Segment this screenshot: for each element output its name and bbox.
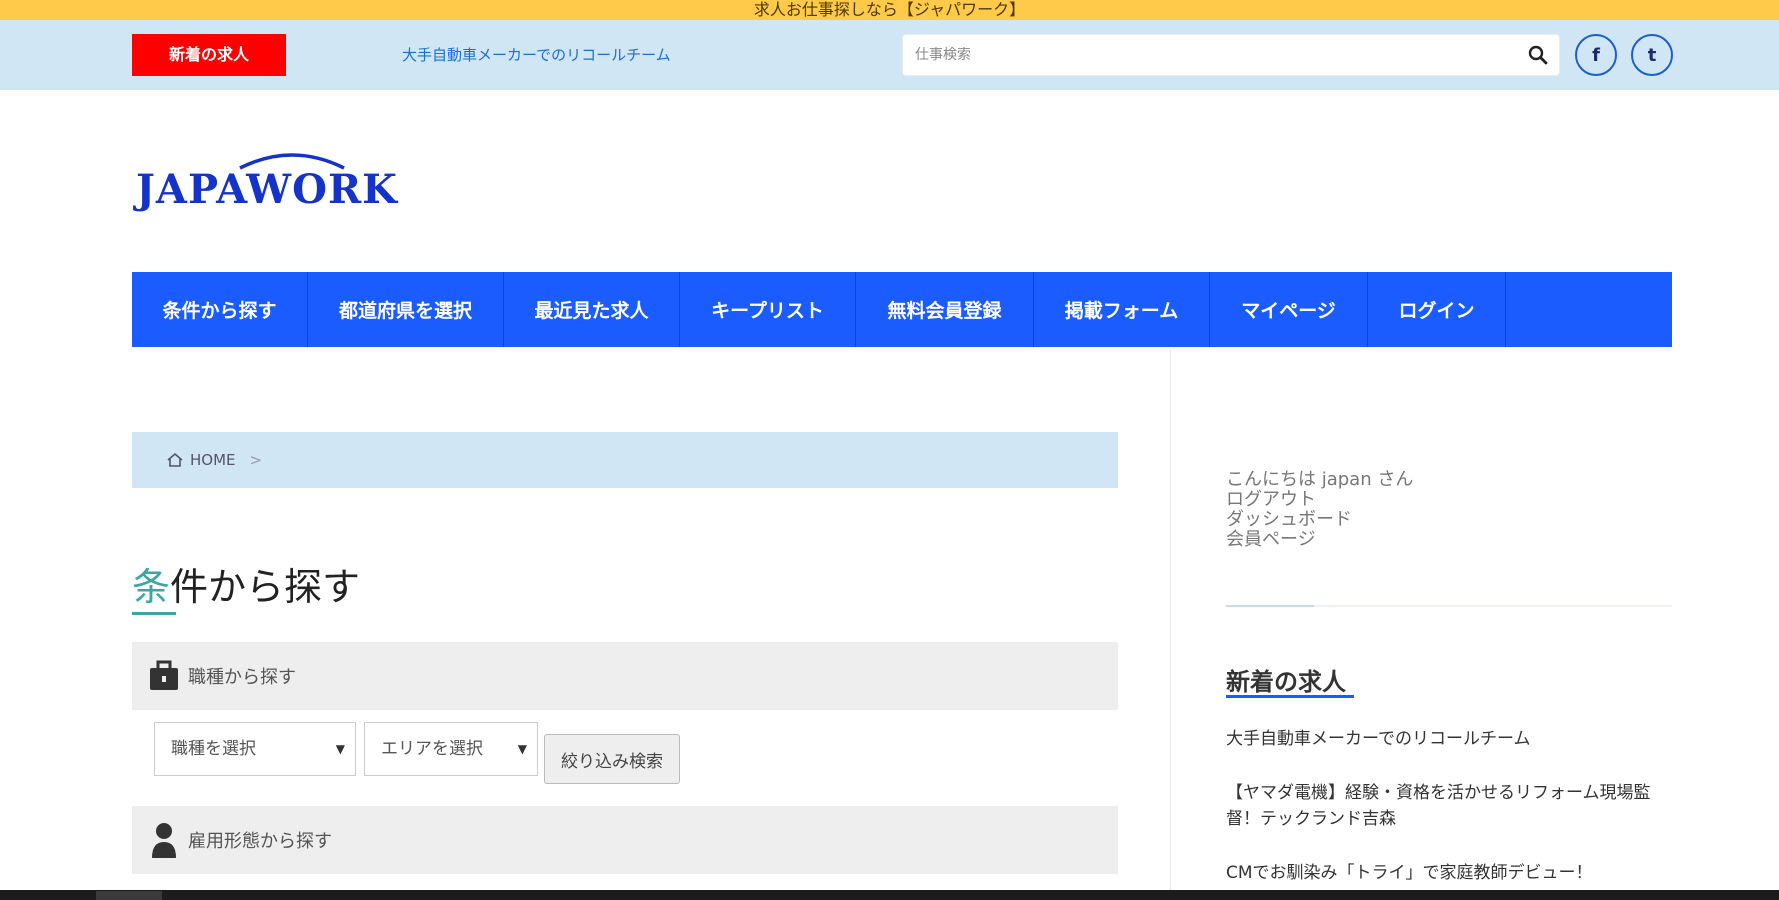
os-taskbar: [0, 890, 1779, 900]
news-ticker-link[interactable]: 大手自動車メーカーでのリコールチーム: [402, 44, 671, 65]
nav-item-select-prefecture[interactable]: 都道府県を選択: [308, 272, 504, 347]
area-select-value: エリアを選択: [381, 739, 483, 759]
breadcrumb-home-link[interactable]: HOME: [190, 451, 236, 469]
job-type-select[interactable]: 職種を選択 ▼: [154, 722, 356, 776]
employment-heading-text: 雇用形態から探す: [188, 831, 332, 852]
main-nav: 条件から探す 都道府県を選択 最近見た求人 キープリスト 無料会員登録 掲載フォ…: [132, 272, 1672, 347]
nav-item-free-register[interactable]: 無料会員登録: [856, 272, 1034, 347]
nav-item-recently-viewed[interactable]: 最近見た求人: [504, 272, 680, 347]
job-filter-row: 職種を選択 ▼ エリアを選択 ▼ 絞り込み検索: [132, 710, 1118, 806]
sidebar-job-link[interactable]: CMでお馴染み「トライ」で家庭教師デビュー！: [1226, 860, 1672, 886]
job-type-filter-heading: 職種から探す: [132, 642, 1118, 710]
search-box: [902, 34, 1560, 76]
taskbar-active-tab[interactable]: [96, 891, 162, 900]
caret-down-icon: ▼: [517, 742, 527, 756]
nav-item-search-by-condition[interactable]: 条件から探す: [132, 272, 308, 347]
top-banner: 求人お仕事探しなら【ジャパワーク】: [0, 0, 1779, 20]
page-title-accent: 条: [132, 565, 171, 609]
briefcase-icon: [150, 660, 178, 690]
dashboard-link[interactable]: ダッシュボード: [1226, 510, 1413, 530]
area-select[interactable]: エリアを選択 ▼: [364, 722, 538, 776]
new-jobs-widget-title: 新着の求人: [1226, 668, 1346, 696]
nav-item-my-page[interactable]: マイページ: [1210, 272, 1368, 347]
sidebar-job-link[interactable]: 大手自動車メーカーでのリコールチーム: [1226, 726, 1672, 752]
logo-text: JAPAWORK: [136, 166, 398, 213]
person-icon: [152, 823, 176, 858]
page-title: 条件から探す: [132, 556, 360, 611]
nav-item-login[interactable]: ログイン: [1368, 272, 1506, 347]
logout-link[interactable]: ログアウト: [1226, 490, 1413, 510]
page-title-rest: 件から探す: [170, 565, 361, 609]
search-icon[interactable]: [1527, 44, 1549, 66]
facebook-icon[interactable]: f: [1575, 34, 1617, 76]
site-logo[interactable]: JAPAWORK: [132, 148, 397, 218]
nav-item-keep-list[interactable]: キープリスト: [680, 272, 856, 347]
caret-down-icon: ▼: [335, 742, 345, 756]
search-input[interactable]: [915, 35, 1505, 75]
widget-divider-accent: [1226, 605, 1314, 607]
title-underline: [132, 612, 176, 615]
employment-filter-heading: 雇用形態から探す: [132, 806, 1118, 874]
filter-search-button[interactable]: 絞り込み検索: [544, 734, 680, 784]
sidebar-divider: [1170, 350, 1171, 890]
widget-title-underline: [1226, 695, 1354, 698]
nav-item-post-form[interactable]: 掲載フォーム: [1034, 272, 1210, 347]
member-page-link[interactable]: 会員ページ: [1226, 530, 1413, 550]
header-bar: 新着の求人 大手自動車メーカーでのリコールチーム f t: [0, 20, 1779, 90]
user-greeting: こんにちは japan さん ログアウト ダッシュボード 会員ページ: [1226, 470, 1413, 550]
job-type-heading-text: 職種から探す: [188, 667, 296, 688]
sidebar-job-link[interactable]: 【ヤマダ電機】経験・資格を活かせるリフォーム現場監督！テックランド吉森: [1226, 780, 1672, 832]
new-jobs-badge[interactable]: 新着の求人: [132, 34, 286, 76]
twitter-icon[interactable]: t: [1631, 34, 1673, 76]
job-type-select-value: 職種を選択: [171, 739, 256, 759]
home-icon: [166, 451, 184, 469]
greeting-text: こんにちは japan さん: [1226, 469, 1414, 490]
breadcrumb: HOME >: [132, 432, 1118, 488]
breadcrumb-separator: >: [249, 451, 263, 469]
